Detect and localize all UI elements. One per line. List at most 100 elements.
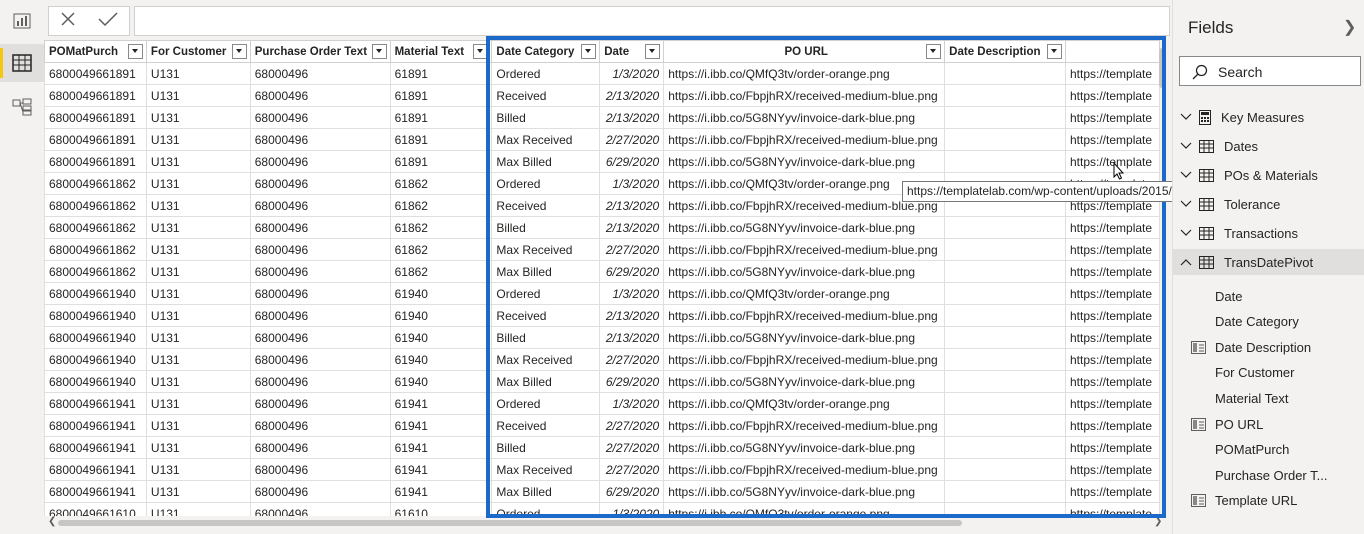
table-cell[interactable]: https://i.ibb.co/QMfQ3tv/order-orange.pn…: [663, 62, 946, 85]
table-cell[interactable]: https://template: [1065, 106, 1160, 129]
field-table-item[interactable]: Key Measures: [1173, 104, 1364, 130]
table-cell[interactable]: [944, 304, 1066, 327]
field-table-item[interactable]: Tolerance: [1173, 191, 1364, 217]
table-cell[interactable]: 68000496: [249, 370, 391, 393]
table-cell[interactable]: 2/13/2020: [599, 194, 665, 217]
table-row[interactable]: 6800049661941 U131 68000496 61941 Received 2/…: [44, 414, 1160, 437]
column-header[interactable]: Date: [599, 40, 665, 63]
table-cell[interactable]: 68000496: [249, 150, 391, 173]
table-cell[interactable]: Max Billed: [491, 370, 601, 393]
table-cell[interactable]: 6800049661862: [44, 238, 147, 261]
table-cell[interactable]: U131: [145, 106, 251, 129]
filter-dropdown-icon[interactable]: [581, 44, 597, 59]
table-cell[interactable]: https://i.ibb.co/QMfQ3tv/order-orange.pn…: [663, 282, 946, 305]
table-cell[interactable]: 61940: [389, 326, 493, 349]
table-cell[interactable]: U131: [145, 172, 251, 195]
table-cell[interactable]: https://template: [1065, 370, 1160, 393]
table-cell[interactable]: https://template: [1065, 238, 1160, 261]
table-cell[interactable]: https://i.ibb.co/5G8NYyv/invoice-dark-bl…: [663, 150, 946, 173]
table-cell[interactable]: U131: [145, 238, 251, 261]
table-cell[interactable]: https://i.ibb.co/5G8NYyv/invoice-dark-bl…: [663, 260, 946, 283]
scroll-right-icon[interactable]: ❯: [1154, 516, 1162, 527]
table-cell[interactable]: 68000496: [249, 172, 391, 195]
table-cell[interactable]: U131: [145, 84, 251, 107]
table-cell[interactable]: https://template: [1065, 282, 1160, 305]
model-view-icon[interactable]: [0, 88, 44, 126]
table-cell[interactable]: 6800049661891: [44, 128, 147, 151]
column-header[interactable]: Material Text: [389, 40, 493, 63]
table-cell[interactable]: https://template: [1065, 84, 1160, 107]
chevron-down-icon[interactable]: [1179, 229, 1193, 237]
field-item[interactable]: POMatPurch: [1173, 438, 1364, 462]
table-cell[interactable]: [944, 370, 1066, 393]
table-cell[interactable]: Max Received: [491, 458, 601, 481]
table-cell[interactable]: 2/13/2020: [599, 326, 665, 349]
table-cell[interactable]: 68000496: [249, 260, 391, 283]
table-cell[interactable]: 1/3/2020: [599, 62, 665, 85]
table-cell[interactable]: 2/27/2020: [599, 348, 665, 371]
table-cell[interactable]: Billed: [491, 326, 601, 349]
table-cell[interactable]: https://i.ibb.co/QMfQ3tv/order-orange.pn…: [663, 502, 946, 516]
table-row[interactable]: 6800049661941 U131 68000496 61941 Billed 2/27…: [44, 436, 1160, 459]
table-cell[interactable]: 2/27/2020: [599, 414, 665, 437]
table-row[interactable]: 6800049661891 U131 68000496 61891 Ordered 1/3…: [44, 62, 1160, 85]
filter-dropdown-icon[interactable]: [127, 44, 143, 59]
table-cell[interactable]: 6800049661891: [44, 106, 147, 129]
table-cell[interactable]: 68000496: [249, 436, 391, 459]
table-cell[interactable]: https://template: [1065, 480, 1160, 503]
table-cell[interactable]: 6/29/2020: [599, 150, 665, 173]
table-cell[interactable]: 6800049661940: [44, 304, 147, 327]
table-row[interactable]: 6800049661941 U131 68000496 61941 Ordered 1/3…: [44, 392, 1160, 415]
table-cell[interactable]: Ordered: [491, 282, 601, 305]
table-cell[interactable]: https://i.ibb.co/5G8NYyv/invoice-dark-bl…: [663, 106, 946, 129]
table-cell[interactable]: Billed: [491, 106, 601, 129]
table-cell[interactable]: Max Received: [491, 238, 601, 261]
table-cell[interactable]: Max Billed: [491, 150, 601, 173]
table-cell[interactable]: 2/27/2020: [599, 458, 665, 481]
table-cell[interactable]: 61940: [389, 370, 493, 393]
field-item[interactable]: Material Text: [1173, 386, 1364, 410]
table-cell[interactable]: https://i.ibb.co/FbpjhRX/received-medium…: [663, 84, 946, 107]
column-header[interactable]: Purchase Order Text: [249, 40, 391, 63]
scroll-left-icon[interactable]: ❮: [48, 516, 56, 527]
table-cell[interactable]: Ordered: [491, 62, 601, 85]
table-cell[interactable]: 2/27/2020: [599, 238, 665, 261]
table-cell[interactable]: 6800049661941: [44, 480, 147, 503]
field-table-item[interactable]: Dates: [1173, 133, 1364, 159]
table-cell[interactable]: Ordered: [491, 392, 601, 415]
table-cell[interactable]: 61862: [389, 238, 493, 261]
table-cell[interactable]: https://template: [1065, 216, 1160, 239]
filter-dropdown-icon[interactable]: [231, 44, 247, 59]
table-cell[interactable]: U131: [145, 62, 251, 85]
table-cell[interactable]: 68000496: [249, 128, 391, 151]
table-cell[interactable]: Received: [491, 304, 601, 327]
table-row[interactable]: 6800049661940 U131 68000496 61940 Max Receiv…: [44, 348, 1160, 371]
table-cell[interactable]: 68000496: [249, 480, 391, 503]
table-cell[interactable]: Max Billed: [491, 260, 601, 283]
table-cell[interactable]: 6800049661891: [44, 150, 147, 173]
table-cell[interactable]: 2/27/2020: [599, 128, 665, 151]
field-item[interactable]: Date: [1173, 284, 1364, 308]
filter-dropdown-icon[interactable]: [645, 44, 661, 59]
table-cell[interactable]: 6800049661940: [44, 326, 147, 349]
table-cell[interactable]: 61940: [389, 304, 493, 327]
table-cell[interactable]: U131: [145, 458, 251, 481]
filter-dropdown-icon[interactable]: [926, 44, 942, 59]
table-cell[interactable]: [944, 502, 1066, 516]
field-table-item[interactable]: Transactions: [1173, 220, 1364, 246]
table-cell[interactable]: [944, 238, 1066, 261]
table-cell[interactable]: U131: [145, 150, 251, 173]
table-cell[interactable]: https://template: [1065, 348, 1160, 371]
field-item[interactable]: Template URL: [1173, 489, 1364, 513]
table-cell[interactable]: [944, 216, 1066, 239]
table-cell[interactable]: U131: [145, 392, 251, 415]
table-cell[interactable]: 61891: [389, 62, 493, 85]
table-cell[interactable]: https://i.ibb.co/FbpjhRX/received-medium…: [663, 128, 946, 151]
column-header[interactable]: For Customer: [145, 40, 251, 63]
table-cell[interactable]: 1/3/2020: [599, 282, 665, 305]
column-header[interactable]: Date Description: [944, 40, 1066, 63]
field-item[interactable]: PO URL: [1173, 412, 1364, 436]
table-cell[interactable]: [944, 392, 1066, 415]
table-cell[interactable]: https://i.ibb.co/5G8NYyv/invoice-dark-bl…: [663, 480, 946, 503]
table-cell[interactable]: 6/29/2020: [599, 480, 665, 503]
